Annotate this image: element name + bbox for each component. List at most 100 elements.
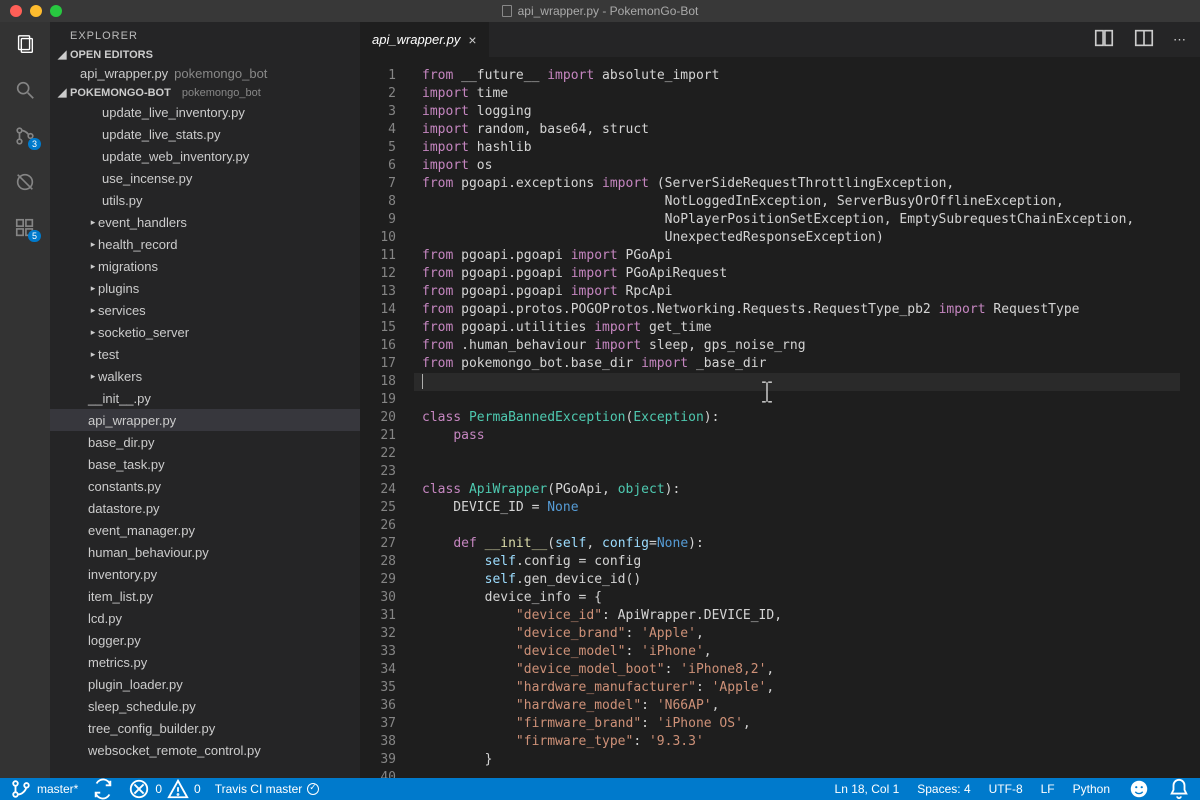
code-line[interactable]: from pgoapi.exceptions import (ServerSid… — [414, 175, 1180, 193]
code-line[interactable]: from pgoapi.pgoapi import PGoApiRequest — [414, 265, 1180, 283]
tree-file[interactable]: human_behaviour.py — [50, 541, 360, 563]
code-line[interactable]: "device_model": 'iPhone', — [414, 643, 1180, 661]
status-bar: master* 0 0 Travis CI master Ln 18, Col … — [0, 778, 1200, 800]
code-line[interactable]: UnexpectedResponseException) — [414, 229, 1180, 247]
code-line[interactable]: from pokemongo_bot.base_dir import _base… — [414, 355, 1180, 373]
code-line[interactable]: "device_model_boot": 'iPhone8,2', — [414, 661, 1180, 679]
open-editor-item[interactable]: api_wrapper.pypokemongo_bot — [50, 63, 360, 84]
tree-file[interactable]: __init__.py — [50, 387, 360, 409]
code-line[interactable]: self.gen_device_id() — [414, 571, 1180, 589]
code-line[interactable]: NotLoggedInException, ServerBusyOrOfflin… — [414, 193, 1180, 211]
code-line[interactable]: from .human_behaviour import sleep, gps_… — [414, 337, 1180, 355]
chevron-right-icon: ▸ — [88, 327, 98, 338]
tree-file[interactable]: tree_config_builder.py — [50, 717, 360, 739]
tree-folder[interactable]: ▸ walkers — [50, 365, 360, 387]
tree-file[interactable]: item_list.py — [50, 585, 360, 607]
tree-file[interactable]: base_dir.py — [50, 431, 360, 453]
tree-folder[interactable]: ▸ socketio_server — [50, 321, 360, 343]
tree-folder[interactable]: ▸ plugins — [50, 277, 360, 299]
code-line[interactable] — [414, 517, 1180, 535]
code-line[interactable]: "hardware_model": 'N66AP', — [414, 697, 1180, 715]
code-line[interactable]: class PermaBannedException(Exception): — [414, 409, 1180, 427]
tab-api-wrapper[interactable]: api_wrapper.py × — [360, 22, 490, 57]
indentation[interactable]: Spaces: 4 — [917, 782, 970, 796]
tree-folder[interactable]: ▸ test — [50, 343, 360, 365]
code-line[interactable]: import hashlib — [414, 139, 1180, 157]
tree-file[interactable]: websocket_remote_control.py — [50, 739, 360, 761]
code-line[interactable]: "device_brand": 'Apple', — [414, 625, 1180, 643]
code-line[interactable]: "hardware_manufacturer": 'Apple', — [414, 679, 1180, 697]
close-icon[interactable]: × — [468, 32, 476, 48]
sync-icon[interactable] — [92, 778, 114, 800]
scm-icon[interactable]: 3 — [13, 124, 37, 148]
minimap[interactable] — [1180, 57, 1200, 778]
tree-file[interactable]: inventory.py — [50, 563, 360, 585]
feedback-icon[interactable] — [1128, 778, 1150, 800]
tree-file[interactable]: update_live_inventory.py — [50, 101, 360, 123]
code-line[interactable]: import time — [414, 85, 1180, 103]
tree-file[interactable]: update_live_stats.py — [50, 123, 360, 145]
tree-folder[interactable]: ▸ migrations — [50, 255, 360, 277]
code-line[interactable] — [414, 391, 1180, 409]
code-line[interactable]: from pgoapi.utilities import get_time — [414, 319, 1180, 337]
code-line[interactable]: def __init__(self, config=None): — [414, 535, 1180, 553]
tree-file[interactable]: base_task.py — [50, 453, 360, 475]
tree-file[interactable]: logger.py — [50, 629, 360, 651]
code-line[interactable]: from pgoapi.protos.POGOProtos.Networking… — [414, 301, 1180, 319]
split-editor-icon[interactable] — [1133, 27, 1155, 52]
code-editor[interactable]: 1234567891011121314151617181920212223242… — [360, 57, 1200, 778]
code-line[interactable] — [414, 769, 1180, 778]
errors-warnings[interactable]: 0 0 — [128, 778, 200, 800]
debug-icon[interactable] — [13, 170, 37, 194]
code-line[interactable]: "device_id": ApiWrapper.DEVICE_ID, — [414, 607, 1180, 625]
code-line[interactable]: import logging — [414, 103, 1180, 121]
extensions-icon[interactable]: 5 — [13, 216, 37, 240]
language-mode[interactable]: Python — [1073, 782, 1110, 796]
search-icon[interactable] — [13, 78, 37, 102]
explorer-icon[interactable] — [13, 32, 37, 56]
tree-folder[interactable]: ▸ services — [50, 299, 360, 321]
git-branch[interactable]: master* — [10, 778, 78, 800]
code-line[interactable] — [414, 373, 1180, 391]
more-icon[interactable]: ⋯ — [1173, 32, 1186, 48]
code-line[interactable]: "firmware_type": '9.3.3' — [414, 733, 1180, 751]
code-line[interactable]: NoPlayerPositionSetException, EmptySubre… — [414, 211, 1180, 229]
code-line[interactable]: self.config = config — [414, 553, 1180, 571]
code-line[interactable]: "firmware_brand": 'iPhone OS', — [414, 715, 1180, 733]
cursor-position[interactable]: Ln 18, Col 1 — [835, 782, 900, 796]
tree-file[interactable]: sleep_schedule.py — [50, 695, 360, 717]
eol[interactable]: LF — [1041, 782, 1055, 796]
tree-file[interactable]: datastore.py — [50, 497, 360, 519]
code-line[interactable]: from __future__ import absolute_import — [414, 67, 1180, 85]
code-line[interactable]: from pgoapi.pgoapi import PGoApi — [414, 247, 1180, 265]
tree-file[interactable]: lcd.py — [50, 607, 360, 629]
code-line[interactable]: pass — [414, 427, 1180, 445]
tree-file[interactable]: constants.py — [50, 475, 360, 497]
code-line[interactable]: import random, base64, struct — [414, 121, 1180, 139]
code-line[interactable]: import os — [414, 157, 1180, 175]
tree-file[interactable]: utils.py — [50, 189, 360, 211]
open-editors-header[interactable]: ◢OPEN EDITORS — [50, 46, 360, 63]
chevron-right-icon: ▸ — [88, 217, 98, 228]
ci-status[interactable]: Travis CI master — [215, 782, 320, 796]
tree-file[interactable]: update_web_inventory.py — [50, 145, 360, 167]
project-header[interactable]: ◢POKEMONGO-BOT pokemongo_bot — [50, 84, 360, 101]
tree-file[interactable]: api_wrapper.py — [50, 409, 360, 431]
code-line[interactable] — [414, 463, 1180, 481]
code-line[interactable]: from pgoapi.pgoapi import RpcApi — [414, 283, 1180, 301]
code-line[interactable]: DEVICE_ID = None — [414, 499, 1180, 517]
split-compare-icon[interactable] — [1093, 27, 1115, 52]
tree-file[interactable]: event_manager.py — [50, 519, 360, 541]
tree-folder[interactable]: ▸ health_record — [50, 233, 360, 255]
notifications-icon[interactable] — [1168, 778, 1190, 800]
tree-file[interactable]: use_incense.py — [50, 167, 360, 189]
tree-file[interactable]: metrics.py — [50, 651, 360, 673]
code-line[interactable] — [414, 445, 1180, 463]
tree-file[interactable]: plugin_loader.py — [50, 673, 360, 695]
code-line[interactable]: } — [414, 751, 1180, 769]
sidebar-title: EXPLORER — [50, 22, 360, 46]
tree-folder[interactable]: ▸ event_handlers — [50, 211, 360, 233]
code-line[interactable]: class ApiWrapper(PGoApi, object): — [414, 481, 1180, 499]
encoding[interactable]: UTF-8 — [989, 782, 1023, 796]
code-line[interactable]: device_info = { — [414, 589, 1180, 607]
